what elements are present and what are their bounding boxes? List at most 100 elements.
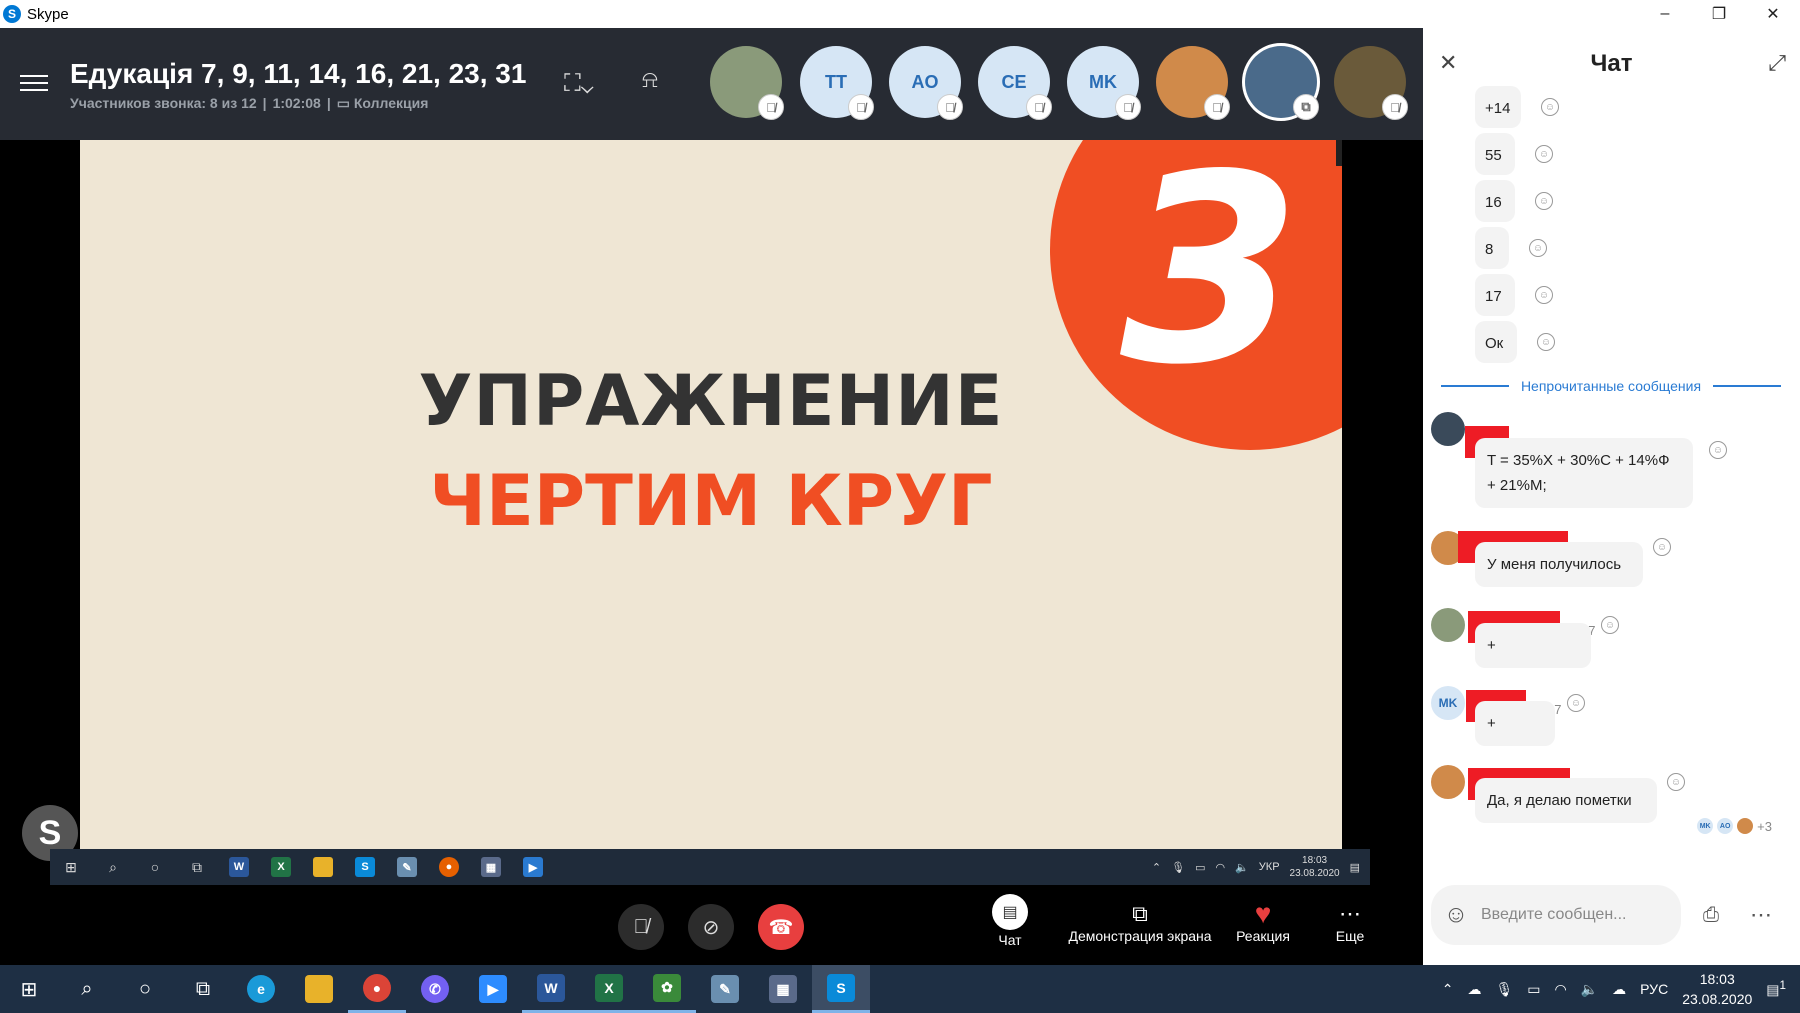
viber-icon[interactable]: ✆ (406, 965, 464, 1013)
add-reaction-icon[interactable]: ☺ (1537, 333, 1555, 351)
start-icon[interactable]: ⊞ (0, 965, 58, 1013)
clock-time: 18:03 (1699, 971, 1735, 987)
chat-message-bubble: 17 (1475, 274, 1515, 316)
add-reaction-icon[interactable]: ☺ (1601, 616, 1619, 634)
end-call-button[interactable]: ☎ (758, 904, 804, 950)
add-reaction-icon[interactable]: ☺ (1541, 98, 1559, 116)
chat-message-bubble: Да, я делаю пометки (1475, 778, 1657, 823)
calculator-icon[interactable]: ▦ (754, 965, 812, 1013)
participant-avatar[interactable]: TT 🎙̸ (800, 46, 874, 120)
sender-avatar[interactable]: MK (1431, 686, 1465, 720)
minimize-button[interactable]: – (1638, 0, 1692, 28)
taskview-icon[interactable]: ⧉ (174, 965, 232, 1013)
participant-avatar[interactable]: 🎙̸ (1156, 46, 1230, 120)
more-dots-icon: ⋯ (1339, 901, 1361, 926)
seen-by-row: MK AO +3 (1697, 818, 1772, 834)
shared-wifi-icon: ◠ (1215, 861, 1226, 874)
close-button[interactable]: ✕ (1746, 0, 1800, 28)
slide-subheading: ЧЕРТИМ КРУГ (429, 460, 993, 542)
participants-count: Участников звонка: 8 из 12 (70, 95, 257, 111)
layout-switch-button[interactable]: ⛶⌄ (564, 70, 594, 98)
cloud-upload-icon[interactable]: ☁ (1612, 981, 1626, 998)
onedrive-icon[interactable]: ☁ (1467, 981, 1481, 998)
skype-logo-icon: S (3, 5, 21, 23)
explorer-icon[interactable] (290, 965, 348, 1013)
cortana-icon[interactable]: ○ (116, 965, 174, 1013)
attach-file-button[interactable]: ⎙ (1691, 895, 1731, 935)
add-reaction-icon[interactable]: ☺ (1653, 538, 1671, 556)
call-title: Едукація 7, 9, 11, 14, 16, 21, 23, 31 (70, 58, 527, 89)
search-icon[interactable]: ⌕ (58, 965, 116, 1013)
call-subtitle: Участников звонка: 8 из 12 | 1:02:08 | ▭ Кол… (70, 95, 429, 111)
edge-icon[interactable]: e (232, 965, 290, 1013)
sender-avatar[interactable] (1431, 765, 1465, 799)
participant-initials: CE (1001, 71, 1027, 92)
app-icon[interactable]: ✿ (638, 965, 696, 1013)
chat-title: Чат (1590, 50, 1633, 77)
zoom-icon[interactable]: ▶ (464, 965, 522, 1013)
participant-initials: AO (911, 71, 939, 92)
input-language[interactable]: РУС (1640, 981, 1668, 997)
participant-avatar[interactable]: MK 🎙̸ (1067, 46, 1141, 120)
unread-separator: Непрочитанные сообщения (1441, 378, 1782, 394)
paint-icon[interactable]: ✎ (696, 965, 754, 1013)
sender-avatar[interactable] (1431, 608, 1465, 642)
add-participant-button[interactable]: ⍾ (642, 66, 658, 94)
sender-avatar[interactable] (1431, 412, 1465, 446)
share-screen-button[interactable]: ⧉ Демонстрация экрана (1060, 900, 1220, 944)
add-reaction-icon[interactable]: ☺ (1535, 192, 1553, 210)
reaction-button[interactable]: ♥ Реакция (1226, 898, 1300, 944)
seen-more-count: +3 (1757, 818, 1772, 834)
chat-button-label: Чат (998, 932, 1022, 948)
add-reaction-icon[interactable]: ☺ (1667, 773, 1685, 791)
shared-tray-chevron-icon: ⌃ (1151, 861, 1162, 874)
chat-more-button[interactable]: ⋯ (1741, 895, 1781, 935)
add-reaction-icon[interactable]: ☺ (1535, 286, 1553, 304)
add-reaction-icon[interactable]: ☺ (1709, 441, 1727, 459)
video-toggle-button[interactable]: ⊘ (688, 904, 734, 950)
chat-message-bubble: + (1475, 623, 1591, 668)
chat-button[interactable]: ▤ Чат (975, 894, 1045, 948)
restore-button[interactable]: ❐ (1692, 0, 1746, 28)
window-controls: – ❐ ✕ (1638, 0, 1800, 28)
participant-avatar[interactable]: 🎙̸ (1334, 46, 1408, 120)
volume-icon[interactable]: 🔈 (1581, 981, 1598, 998)
shared-notification-icon: ▤ (1349, 861, 1360, 874)
clock[interactable]: 18:03 23.08.2020 (1682, 969, 1752, 1009)
add-reaction-icon[interactable]: ☺ (1567, 694, 1585, 712)
excel-icon[interactable]: X (580, 965, 638, 1013)
shared-time: 18:03 (1302, 855, 1328, 866)
chat-message-bubble: 55 (1475, 133, 1515, 175)
shared-explorer-icon (302, 849, 344, 885)
participant-avatar[interactable]: AO 🎙̸ (889, 46, 963, 120)
add-reaction-icon[interactable]: ☺ (1529, 239, 1547, 257)
mic-tray-icon[interactable]: 🎙 (1495, 981, 1513, 998)
seen-avatar (1737, 818, 1754, 834)
mute-mic-button[interactable]: 🎙̸ (618, 904, 664, 950)
battery-icon[interactable]: ▭ (1527, 981, 1540, 998)
collection-icon: ▭ (336, 95, 354, 111)
tray-chevron-icon[interactable]: ⌃ (1442, 981, 1454, 998)
participant-avatar[interactable]: 🎙̸ (710, 46, 784, 120)
menu-button[interactable] (20, 70, 48, 94)
participant-avatar[interactable]: CE 🎙̸ (978, 46, 1052, 120)
chrome-icon[interactable]: ● (348, 965, 406, 1013)
slide-heading: УПРАЖНЕНИЕ (418, 360, 1004, 442)
muted-mic-icon: 🎙̸ (1026, 94, 1052, 120)
wifi-icon[interactable]: ◠ (1555, 981, 1567, 998)
skype-taskbar-icon[interactable]: S (812, 965, 870, 1013)
message-input[interactable] (1481, 906, 1661, 924)
participant-avatar[interactable]: ⧉ (1245, 46, 1319, 120)
add-reaction-icon[interactable]: ☺ (1535, 145, 1553, 163)
more-options-button[interactable]: ⋯ Еще (1320, 900, 1380, 944)
notification-center-icon[interactable]: ▤1 (1766, 979, 1786, 999)
share-screen-icon: ⧉ (1132, 901, 1148, 926)
collection-link[interactable]: Коллекция (354, 95, 429, 111)
chat-message-bubble: 8 (1475, 227, 1509, 269)
emoji-button[interactable]: ☺ (1431, 901, 1481, 929)
shared-start-icon: ⊞ (65, 858, 77, 875)
notification-count: 1 (1779, 979, 1786, 993)
chat-expand-icon[interactable]: ⤢ (1768, 50, 1786, 76)
word-icon[interactable]: W (522, 965, 580, 1013)
shared-mic-icon: 🎙 (1171, 861, 1186, 874)
